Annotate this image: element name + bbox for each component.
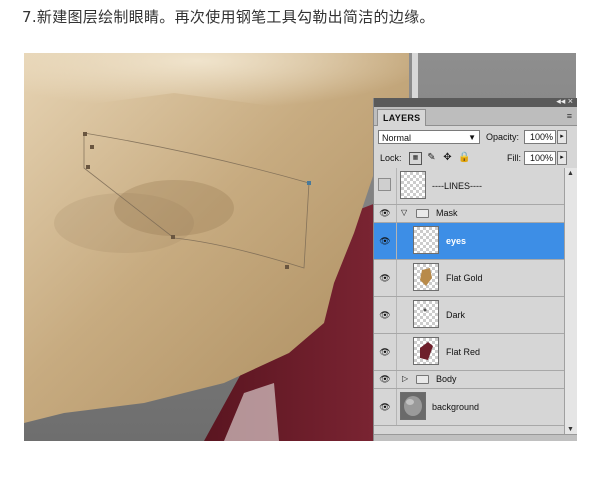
layer-thumbnail xyxy=(413,226,439,254)
eye-icon[interactable]: 👁 xyxy=(378,207,392,219)
move-lock-icon[interactable]: ✥ xyxy=(442,152,453,163)
layer-name: Mask xyxy=(436,208,458,218)
layer-row[interactable]: 👁 background xyxy=(374,389,564,426)
path-anchor xyxy=(86,165,90,169)
eye-icon[interactable]: 👁 xyxy=(378,272,392,284)
layer-thumbnail xyxy=(400,171,426,199)
opacity-input[interactable]: 100% xyxy=(524,130,556,144)
layer-name: eyes xyxy=(446,236,467,246)
panel-titlebar[interactable]: ◂◂ × xyxy=(374,96,577,107)
fill-input[interactable]: 100% xyxy=(524,151,556,165)
layer-row[interactable]: 👁 Flat Red xyxy=(374,334,564,371)
layer-thumbnail xyxy=(400,392,426,420)
layer-row[interactable]: ----LINES---- xyxy=(374,168,564,205)
layer-group-row[interactable]: 👁 ▷ Body xyxy=(374,371,564,389)
layer-name: ----LINES---- xyxy=(432,181,482,191)
layer-thumbnail xyxy=(413,300,439,328)
chevron-down-icon[interactable]: ▽ xyxy=(401,208,407,217)
fill-label: Fill: xyxy=(507,153,521,163)
layers-scrollbar[interactable]: ▲ ▼ xyxy=(564,168,577,435)
step-caption: 7.新建图层绘制眼睛。再次使用钢笔工具勾勒出简洁的边缘。 xyxy=(22,8,435,26)
layer-group-row[interactable]: 👁 ▽ Mask xyxy=(374,205,564,223)
checker-lock-icon[interactable]: ▦ xyxy=(409,152,422,165)
path-anchor xyxy=(171,235,175,239)
lock-label: Lock: xyxy=(380,153,402,163)
path-anchor xyxy=(90,145,94,149)
layer-name: background xyxy=(432,402,480,412)
layer-row[interactable]: 👁 Flat Gold xyxy=(374,260,564,297)
tab-layers[interactable]: LAYERS xyxy=(377,109,427,126)
blend-mode-value: Normal xyxy=(382,133,412,143)
scroll-up-icon[interactable]: ▲ xyxy=(567,170,574,177)
cheek-shadow xyxy=(54,193,194,253)
panel-controls[interactable]: ◂◂ × xyxy=(556,96,573,107)
lock-fill-row: Lock: ▦ ✎ ✥ 🔒 Fill: 100% ▸ xyxy=(374,148,577,169)
panel-menu-icon[interactable]: ≡ xyxy=(567,111,572,121)
opacity-stepper[interactable]: ▸ xyxy=(557,130,567,144)
eye-icon[interactable]: 👁 xyxy=(378,235,392,247)
visibility-toggle-empty[interactable] xyxy=(378,178,391,191)
folder-icon xyxy=(416,209,429,218)
layers-list: ----LINES---- 👁 ▽ Mask 👁 eyes 👁 Flat Gol… xyxy=(374,168,564,426)
chevron-right-icon[interactable]: ▷ xyxy=(402,374,408,383)
path-anchor xyxy=(83,132,87,136)
layer-name: Flat Gold xyxy=(446,273,483,283)
eye-icon[interactable]: 👁 xyxy=(378,309,392,321)
layer-name: Dark xyxy=(446,310,466,320)
brush-lock-icon[interactable]: ✎ xyxy=(426,152,437,163)
layer-row-selected[interactable]: 👁 eyes xyxy=(374,223,564,260)
layer-name: Flat Red xyxy=(446,347,481,357)
layer-row[interactable]: 👁 Dark xyxy=(374,297,564,334)
padlock-icon[interactable]: 🔒 xyxy=(458,152,470,163)
opacity-label: Opacity: xyxy=(486,132,520,142)
blend-opacity-row: Normal ▼ Opacity: 100% ▸ xyxy=(374,126,577,148)
eye-icon[interactable]: 👁 xyxy=(378,373,392,385)
folder-icon xyxy=(416,375,429,384)
blend-mode-select[interactable]: Normal ▼ xyxy=(378,130,480,144)
layer-thumbnail xyxy=(413,263,439,291)
fill-stepper[interactable]: ▸ xyxy=(557,151,567,165)
eye-icon[interactable]: 👁 xyxy=(378,401,392,413)
layer-name: Body xyxy=(436,374,457,384)
path-anchor-active xyxy=(307,181,311,185)
eye-icon[interactable]: 👁 xyxy=(378,346,392,358)
panel-tab-row: LAYERS ≡ xyxy=(374,107,577,126)
path-anchor xyxy=(285,265,289,269)
layers-panel[interactable]: ◂◂ × LAYERS ≡ Normal ▼ Opacity: 100% ▸ L… xyxy=(373,96,577,441)
chevron-down-icon: ▼ xyxy=(468,133,476,142)
layer-thumbnail xyxy=(413,337,439,365)
scroll-down-icon[interactable]: ▼ xyxy=(567,426,574,433)
panel-footer xyxy=(374,434,577,441)
